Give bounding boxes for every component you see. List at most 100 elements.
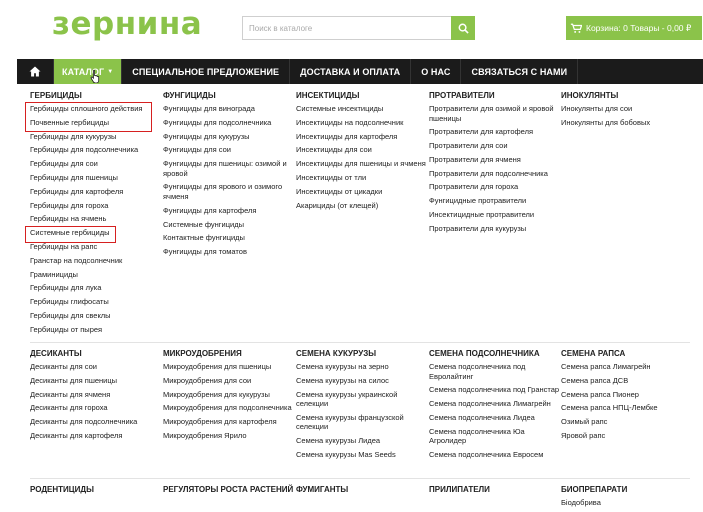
menu-column-title[interactable]: СЕМЕНА ПОДСОЛНЕЧНИКА xyxy=(429,349,561,358)
menu-column-title[interactable]: РОДЕНТИЦИДЫ xyxy=(30,485,162,494)
nav-home[interactable] xyxy=(17,59,54,84)
menu-link[interactable]: Гербициды для свеклы xyxy=(30,311,162,321)
menu-link[interactable]: Протравители для сои xyxy=(429,141,561,151)
menu-link[interactable]: Фунгициды для пшеницы: озимой и яровой xyxy=(163,159,295,178)
menu-link[interactable]: Семена рапса Пионер xyxy=(561,390,693,400)
menu-link[interactable]: Инсектициды для сои xyxy=(296,145,428,155)
menu-link[interactable]: Инсектициды для картофеля xyxy=(296,132,428,142)
menu-link[interactable]: Десиканты для картофеля xyxy=(30,431,162,441)
menu-column-title[interactable]: ФУМИГАНТЫ xyxy=(296,485,428,494)
menu-link[interactable]: Фунгициды для томатов xyxy=(163,247,295,257)
menu-column-title[interactable]: СЕМЕНА РАПСА xyxy=(561,349,693,358)
menu-link[interactable]: Десиканты для пшеницы xyxy=(30,376,162,386)
menu-link[interactable]: Гербициды сплошного действия xyxy=(30,104,162,114)
menu-link[interactable]: Біодобрива xyxy=(561,498,693,508)
menu-link[interactable]: Системные инсектициды xyxy=(296,104,428,114)
menu-link[interactable]: Фунгициды для сои xyxy=(163,145,295,155)
menu-link[interactable]: Микроудобрения для пшеницы xyxy=(163,362,295,372)
menu-link[interactable]: Гербициды глифосаты xyxy=(30,297,162,307)
menu-column-title[interactable]: БИОПРЕПАРАТИ xyxy=(561,485,693,494)
nav-about[interactable]: О НАС xyxy=(411,59,462,84)
menu-link[interactable]: Семена кукурузы на зерно xyxy=(296,362,428,372)
menu-link[interactable]: Инсектицидные протравители xyxy=(429,210,561,220)
menu-link[interactable]: Протравители для гороха xyxy=(429,182,561,192)
menu-link[interactable]: Десиканты для сои xyxy=(30,362,162,372)
menu-column-title[interactable]: ИНСЕКТИЦИДЫ xyxy=(296,91,428,100)
menu-link[interactable]: Инокулянты для бобовых xyxy=(561,118,693,128)
menu-column-title[interactable]: ГЕРБИЦИДЫ xyxy=(30,91,162,100)
menu-link[interactable]: Десиканты для подсолнечника xyxy=(30,417,162,427)
menu-link[interactable]: Семена рапса ДСВ xyxy=(561,376,693,386)
menu-column-title[interactable]: ПРОТРАВИТЕЛИ xyxy=(429,91,561,100)
menu-link[interactable]: Десиканты для ячменя xyxy=(30,390,162,400)
menu-link[interactable]: Микроудобрения для сои xyxy=(163,376,295,386)
menu-link[interactable]: Фунгицидные протравители xyxy=(429,196,561,206)
menu-link[interactable]: Озимый рапс xyxy=(561,417,693,427)
nav-catalog[interactable]: КАТАЛОГ ▼ xyxy=(54,59,123,84)
menu-link[interactable]: Микроудобрения для кукурузы xyxy=(163,390,295,400)
menu-link[interactable]: Акарициды (от клещей) xyxy=(296,201,428,211)
menu-link[interactable]: Контактные фунгициды xyxy=(163,233,295,243)
menu-link[interactable]: Гербициды для пшеницы xyxy=(30,173,162,183)
menu-link[interactable]: Гербициды на рапс xyxy=(30,242,162,252)
menu-link[interactable]: Системные гербициды xyxy=(30,228,162,238)
nav-delivery[interactable]: ДОСТАВКА И ОПЛАТА xyxy=(290,59,412,84)
menu-link[interactable]: Семена рапса Лимагрейн xyxy=(561,362,693,372)
menu-link[interactable]: Семена подсолнечника Юа Агролидер xyxy=(429,427,561,446)
menu-link[interactable]: Семена рапса НПЦ-Лембке xyxy=(561,403,693,413)
menu-column-title[interactable]: ИНОКУЛЯНТЫ xyxy=(561,91,693,100)
menu-column-title[interactable]: МИКРОУДОБРЕНИЯ xyxy=(163,349,295,358)
menu-link[interactable]: Фунгициды для винограда xyxy=(163,104,295,114)
menu-link[interactable]: Микроудобрения Ярило xyxy=(163,431,295,441)
search-button[interactable] xyxy=(451,16,475,40)
menu-link[interactable]: Семена кукурузы французской селекции xyxy=(296,413,428,432)
menu-link[interactable]: Микроудобрения для подсолнечника xyxy=(163,403,295,413)
menu-link[interactable]: Фунгициды для картофеля xyxy=(163,206,295,216)
menu-link[interactable]: Семена кукурузы Лидеа xyxy=(296,436,428,446)
menu-link[interactable]: Гербициды от пырея xyxy=(30,325,162,335)
menu-link[interactable]: Семена подсолнечника Евросем xyxy=(429,450,561,460)
menu-link[interactable]: Микроудобрения для картофеля xyxy=(163,417,295,427)
menu-link[interactable]: Инсектициды для пшеницы и ячменя xyxy=(296,159,428,169)
menu-link[interactable]: Протравители для ячменя xyxy=(429,155,561,165)
menu-link[interactable]: Гербициды для сои xyxy=(30,159,162,169)
menu-link[interactable]: Инсектициды от тли xyxy=(296,173,428,183)
nav-contact[interactable]: СВЯЗАТЬСЯ С НАМИ xyxy=(461,59,579,84)
menu-link[interactable]: Протравители для кукурузы xyxy=(429,224,561,234)
menu-column-title[interactable]: СЕМЕНА КУКУРУЗЫ xyxy=(296,349,428,358)
nav-special-offer[interactable]: СПЕЦИАЛЬНОЕ ПРЕДЛОЖЕНИЕ xyxy=(122,59,291,84)
site-logo[interactable]: зернина xyxy=(52,6,202,42)
menu-link[interactable]: Гранстар на подсолнечник xyxy=(30,256,162,266)
menu-column-title[interactable]: РЕГУЛЯТОРЫ РОСТА РАСТЕНИЙ xyxy=(163,485,295,494)
menu-link[interactable]: Протравители для подсолнечника xyxy=(429,169,561,179)
menu-link[interactable]: Семена кукурузы украинской селекции xyxy=(296,390,428,409)
menu-link[interactable]: Семена кукурузы Mas Seeds xyxy=(296,450,428,460)
menu-link[interactable]: Яровой рапс xyxy=(561,431,693,441)
menu-link[interactable]: Гербициды для кукурузы xyxy=(30,132,162,142)
menu-link[interactable]: Почвенные гербициды xyxy=(30,118,162,128)
menu-column-title[interactable]: ДЕСИКАНТЫ xyxy=(30,349,162,358)
menu-link[interactable]: Фунгициды для подсолнечника xyxy=(163,118,295,128)
menu-column-title[interactable]: ПРИЛИПАТЕЛИ xyxy=(429,485,561,494)
menu-link[interactable]: Фунгициды для ярового и озимого ячменя xyxy=(163,182,295,201)
menu-link[interactable]: Семена подсолнечника Лимагрейн xyxy=(429,399,561,409)
menu-link[interactable]: Семена подсолнечника Лидеа xyxy=(429,413,561,423)
menu-link[interactable]: Семена подсолнечника под Евролайтинг xyxy=(429,362,561,381)
menu-link[interactable]: Семена подсолнечника под Гранстар xyxy=(429,385,561,395)
menu-link[interactable]: Гербициды для подсолнечника xyxy=(30,145,162,155)
menu-link[interactable]: Гербициды для гороха xyxy=(30,201,162,211)
menu-link[interactable]: Фунгициды для кукурузы xyxy=(163,132,295,142)
menu-link[interactable]: Протравители для озимой и яровой пшеницы xyxy=(429,104,561,123)
menu-link[interactable]: Семена кукурузы на силос xyxy=(296,376,428,386)
search-input[interactable] xyxy=(242,16,451,40)
menu-link[interactable]: Гербициды для лука xyxy=(30,283,162,293)
menu-link[interactable]: Граминициды xyxy=(30,270,162,280)
menu-link[interactable]: Десиканты для гороха xyxy=(30,403,162,413)
cart-button[interactable]: Корзина: 0 Товары - 0,00 ₽ xyxy=(566,16,702,40)
menu-link[interactable]: Гербициды для картофеля xyxy=(30,187,162,197)
menu-link[interactable]: Протравители для картофеля xyxy=(429,127,561,137)
menu-link[interactable]: Инокулянты для сои xyxy=(561,104,693,114)
menu-link[interactable]: Гербициды на ячмень xyxy=(30,214,162,224)
menu-column-title[interactable]: ФУНГИЦИДЫ xyxy=(163,91,295,100)
menu-link[interactable]: Инсектициды от цикадки xyxy=(296,187,428,197)
